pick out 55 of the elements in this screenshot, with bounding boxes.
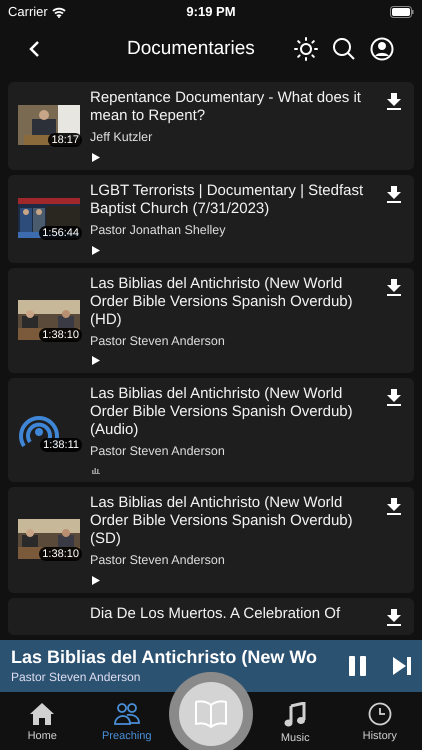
duration-badge: 1:38:11: [40, 438, 82, 452]
list-card[interactable]: Dia De Los Muertos. A Celebration Of: [8, 598, 414, 635]
profile-icon[interactable]: [370, 37, 394, 61]
item-author: Pastor Steven Anderson: [90, 443, 226, 460]
brightness-icon[interactable]: [294, 37, 318, 61]
list-card[interactable]: 1:56:44 LGBT Terrorists | Documentary | Stedfast Baptist Church (7/31/2023) Pastor Jonathan Shelley: [8, 174, 414, 262]
home-icon: [29, 702, 56, 726]
duration-badge: 1:38:10: [39, 547, 82, 562]
pause-icon[interactable]: [348, 655, 368, 677]
download-icon[interactable]: [386, 278, 402, 296]
search-icon[interactable]: [332, 37, 356, 61]
play-icon[interactable]: [92, 246, 100, 254]
music-note-icon: [284, 702, 306, 728]
item-title: Repentance Documentary - What does it mean to Repent?: [90, 89, 362, 125]
download-icon[interactable]: [386, 186, 402, 204]
skip-next-icon[interactable]: [392, 656, 412, 676]
item-author: Pastor Jonathan Shelley: [90, 222, 227, 239]
tab-item[interactable]: Music: [253, 692, 338, 750]
clock-icon: [368, 702, 392, 726]
duration-badge: 1:38:10: [39, 328, 82, 342]
list-card[interactable]: 1:38:10 Las Biblias del Antichristo (New World Order Bible Versions Spanish Overdub) (SD) Pastor Steven Anderson: [8, 487, 414, 593]
download-icon[interactable]: [386, 498, 402, 516]
item-author: Pastor Steven Anderson: [90, 332, 226, 350]
item-title: Las Biblias del Antichristo (New World Order Bible Versions Spanish Overdub) (SD): [90, 494, 354, 548]
audio-bars-icon: [92, 467, 100, 474]
item-title: LGBT Terrorists | Documentary | Stedfast Baptist Church (7/31/2023): [90, 182, 364, 218]
now-playing-artist: Pastor Steven Anderson: [11, 669, 142, 686]
item-title: Las Biblias del Antichristo (New World Order Bible Versions Spanish Overdub) (HD): [90, 274, 354, 328]
tab-item[interactable]: Preaching: [84, 692, 169, 750]
open-book-icon: [194, 699, 228, 729]
page-title: Documentaries: [127, 36, 255, 61]
wifi-icon: [52, 6, 66, 18]
people-icon: [112, 702, 141, 726]
tab-item[interactable]: History: [338, 692, 422, 750]
clock-time: 9:19 PM: [186, 3, 236, 22]
back-icon[interactable]: [28, 40, 40, 58]
play-icon[interactable]: [92, 356, 100, 366]
carrier-label: Carrier: [8, 3, 48, 22]
duration-badge: 1:56:44: [39, 226, 82, 240]
tab-item[interactable]: Home: [0, 692, 84, 750]
battery-icon: [390, 6, 414, 18]
item-author: Pastor Steven Anderson: [90, 552, 226, 569]
item-title: Las Biblias del Antichristo (New World Order Bible Versions Spanish Overdub) (Audio): [90, 385, 354, 440]
download-icon[interactable]: [386, 93, 402, 111]
list-card[interactable]: 1:38:11 Las Biblias del Antichristo (New World Order Bible Versions Spanish Overdub) (Audio) Pastor Steven Anderson: [8, 378, 414, 482]
list-card[interactable]: 18:17 Repentance Documentary - What does it mean to Repent? Jeff Kutzler: [8, 82, 414, 170]
duration-badge: 18:17: [48, 133, 82, 148]
download-icon[interactable]: [386, 389, 402, 408]
now-playing-title[interactable]: Las Biblias del Antichristo (New Wo: [11, 646, 336, 668]
play-icon[interactable]: [92, 152, 100, 162]
download-icon[interactable]: [386, 608, 402, 627]
play-icon[interactable]: [92, 576, 100, 585]
item-title: Dia De Los Muertos. A Celebration Of: [90, 604, 342, 623]
list-card[interactable]: 1:38:10 Las Biblias del Antichristo (New World Order Bible Versions Spanish Overdub) (HD) Pastor Steven Anderson: [8, 268, 414, 374]
item-author: Jeff Kutzler: [90, 129, 154, 146]
